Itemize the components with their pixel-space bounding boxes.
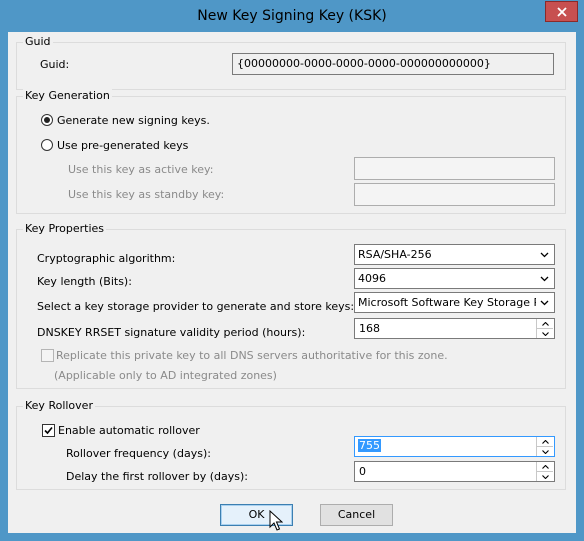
standby-key-field[interactable] bbox=[354, 183, 555, 206]
generate-new-label: Generate new signing keys. bbox=[57, 114, 210, 127]
enable-rollover-label: Enable automatic rollover bbox=[58, 424, 200, 437]
chevron-down-icon bbox=[541, 331, 549, 336]
spin-down-button[interactable] bbox=[537, 329, 553, 338]
key-properties-legend: Key Properties bbox=[23, 222, 107, 235]
checkmark-icon bbox=[44, 426, 53, 435]
rollover-frequency-label: Rollover frequency (days): bbox=[66, 447, 211, 460]
rollover-frequency-spinner[interactable]: 755 bbox=[354, 436, 555, 457]
spin-up-button[interactable] bbox=[537, 437, 553, 447]
window-title: New Key Signing Key (KSK) bbox=[197, 8, 387, 24]
algorithm-value: RSA/SHA-256 bbox=[358, 248, 432, 261]
cancel-button[interactable]: Cancel bbox=[320, 504, 393, 526]
key-length-value: 4096 bbox=[358, 272, 386, 285]
validity-spinner[interactable]: 168 bbox=[354, 318, 555, 339]
replicate-checkbox[interactable] bbox=[41, 349, 54, 362]
key-properties-group: Key Properties Cryptographic algorithm: … bbox=[16, 222, 566, 389]
chevron-up-icon bbox=[541, 464, 549, 469]
spin-down-button[interactable] bbox=[537, 447, 553, 456]
delay-value: 0 bbox=[359, 465, 366, 478]
dialog-client: Guid Guid: {00000000-0000-0000-0000-0000… bbox=[8, 32, 576, 533]
chevron-down-icon bbox=[538, 295, 551, 310]
delay-spinner[interactable]: 0 bbox=[354, 461, 555, 482]
key-length-label: Key length (Bits): bbox=[37, 275, 132, 288]
mouse-cursor-icon bbox=[269, 510, 283, 531]
validity-value: 168 bbox=[359, 322, 380, 335]
chevron-down-icon bbox=[538, 271, 551, 286]
guid-label: Guid: bbox=[40, 58, 70, 71]
close-button[interactable] bbox=[545, 1, 578, 22]
key-length-combo[interactable]: 4096 bbox=[354, 268, 555, 289]
ksp-value: Microsoft Software Key Storage Provider bbox=[358, 296, 536, 309]
ksp-label: Select a key storage provider to generat… bbox=[37, 300, 355, 313]
algorithm-label: Cryptographic algorithm: bbox=[37, 252, 176, 265]
dialog-window: New Key Signing Key (KSK) Guid Guid: {00… bbox=[0, 0, 584, 541]
guid-group: Guid Guid: {00000000-0000-0000-0000-0000… bbox=[16, 35, 566, 90]
algorithm-combo[interactable]: RSA/SHA-256 bbox=[354, 244, 555, 265]
delay-label: Delay the first rollover by (days): bbox=[66, 470, 248, 483]
active-key-label: Use this key as active key: bbox=[68, 163, 214, 176]
key-generation-group: Key Generation Generate new signing keys… bbox=[16, 89, 566, 214]
guid-legend: Guid bbox=[23, 35, 53, 48]
delay-spin-buttons bbox=[536, 462, 554, 481]
enable-rollover-checkbox[interactable] bbox=[42, 424, 55, 437]
spin-down-button[interactable] bbox=[537, 472, 553, 481]
standby-key-label: Use this key as standby key: bbox=[68, 188, 225, 201]
key-rollover-group: Key Rollover Enable automatic rollover R… bbox=[16, 399, 566, 490]
key-generation-legend: Key Generation bbox=[23, 89, 112, 102]
validity-label: DNSKEY RRSET signature validity period (… bbox=[37, 326, 306, 339]
key-rollover-legend: Key Rollover bbox=[23, 399, 95, 412]
chevron-up-icon bbox=[541, 439, 549, 444]
chevron-down-icon bbox=[541, 449, 549, 454]
chevron-down-icon bbox=[541, 474, 549, 479]
chevron-down-icon bbox=[538, 247, 551, 262]
chevron-up-icon bbox=[541, 321, 549, 326]
close-icon bbox=[556, 6, 567, 17]
guid-field[interactable]: {00000000-0000-0000-0000-000000000000} bbox=[232, 53, 554, 75]
rollover-frequency-spin-buttons bbox=[536, 437, 554, 456]
use-pregenerated-radio[interactable] bbox=[41, 139, 53, 151]
active-key-field[interactable] bbox=[354, 157, 555, 180]
validity-spin-buttons bbox=[536, 319, 554, 338]
replicate-note: (Applicable only to AD integrated zones) bbox=[54, 369, 277, 382]
title-bar[interactable]: New Key Signing Key (KSK) bbox=[0, 0, 584, 32]
rollover-frequency-value: 755 bbox=[358, 439, 381, 452]
spin-up-button[interactable] bbox=[537, 462, 553, 472]
use-pregenerated-label: Use pre-generated keys bbox=[57, 139, 189, 152]
spin-up-button[interactable] bbox=[537, 319, 553, 329]
generate-new-radio[interactable] bbox=[41, 114, 53, 126]
replicate-label: Replicate this private key to all DNS se… bbox=[56, 349, 448, 362]
ksp-combo[interactable]: Microsoft Software Key Storage Provider bbox=[354, 292, 555, 313]
